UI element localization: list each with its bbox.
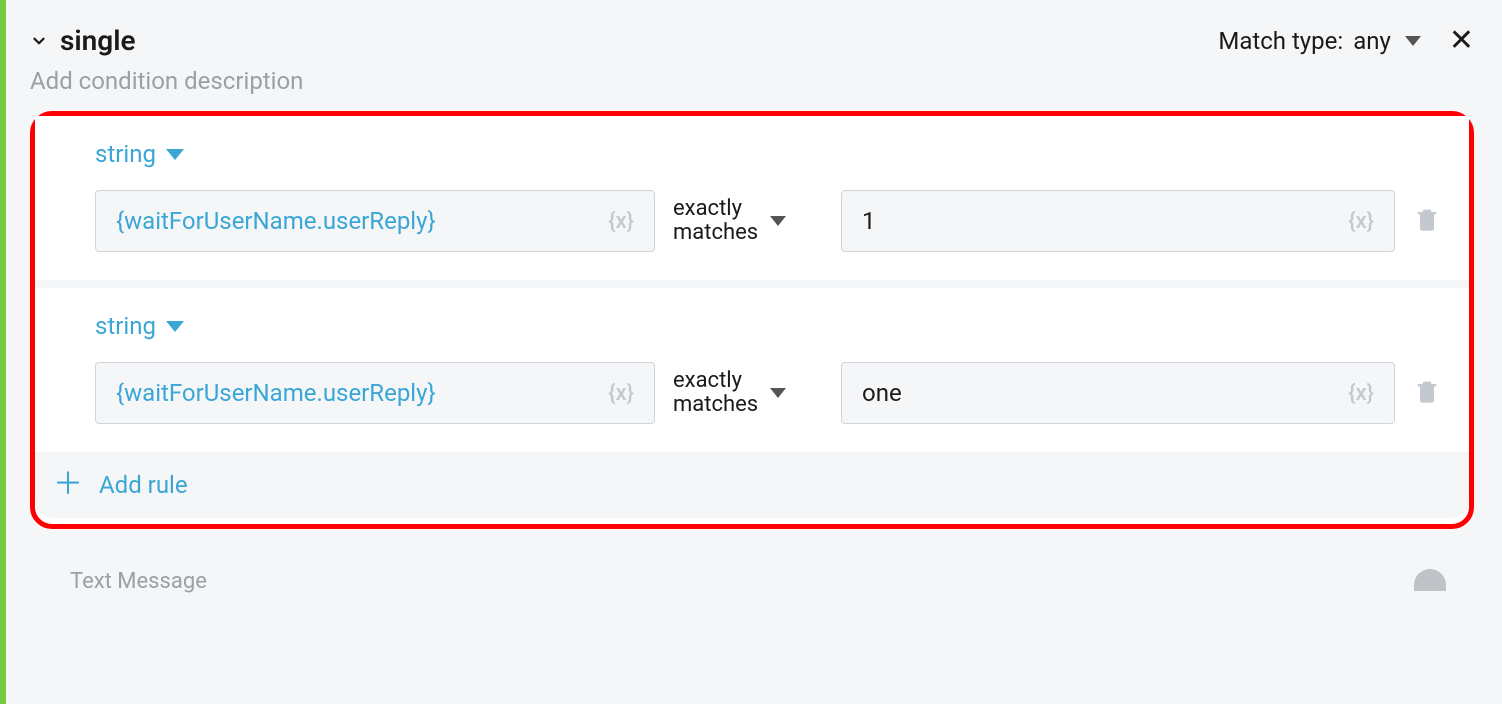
caret-down-icon [770,388,786,398]
trash-icon [1413,205,1441,233]
rule-operator-selector[interactable]: exactly matches [673,369,823,417]
add-rule-button[interactable]: ＋ Add rule [35,452,1469,518]
condition-inner: single Match type: any ✕ Add condition d… [6,0,1486,594]
condition-panel: single Match type: any ✕ Add condition d… [0,0,1502,704]
rule-type-selector[interactable]: string [95,312,1445,340]
rule-type-label: string [95,312,156,340]
rule-left-operand-input[interactable]: {waitForUserName.userReply} {x} [95,190,655,252]
add-rule-label: Add rule [99,471,188,499]
plus-icon: ＋ [53,470,83,500]
close-icon[interactable]: ✕ [1449,26,1474,56]
condition-description-input[interactable]: Add condition description [30,67,1474,95]
rule-left-value: {waitForUserName.userReply} [116,207,436,235]
trash-icon [1413,377,1441,405]
condition-title[interactable]: single [60,24,136,57]
variable-picker-icon[interactable]: {x} [608,209,634,234]
operator-line2: matches [673,221,758,245]
operator-line1: exactly [673,369,758,393]
delete-rule-button[interactable] [1413,377,1445,409]
caret-down-icon [770,216,786,226]
delete-rule-button[interactable] [1413,205,1445,237]
footer-badge-icon [1414,569,1446,591]
caret-down-icon [166,321,184,332]
footer: Text Message [30,529,1474,594]
rule-expression: {waitForUserName.userReply} {x} exactly … [95,362,1445,424]
next-block-hint: Text Message [70,569,207,594]
match-type-value[interactable]: any [1353,27,1391,55]
rule-row: string {waitForUserName.userReply} {x} e… [35,116,1469,288]
rules-container: string {waitForUserName.userReply} {x} e… [30,111,1474,529]
variable-picker-icon[interactable]: {x} [608,381,634,406]
rule-operator-selector[interactable]: exactly matches [673,197,823,245]
title-group: single [30,24,136,57]
rule-left-operand-input[interactable]: {waitForUserName.userReply} {x} [95,362,655,424]
caret-down-icon [166,149,184,160]
variable-picker-icon[interactable]: {x} [1348,381,1374,406]
match-type-group: Match type: any ✕ [1218,26,1474,56]
operator-line1: exactly [673,197,758,221]
collapse-toggle-icon[interactable] [30,32,48,50]
match-type-label: Match type: [1218,27,1343,55]
rule-type-selector[interactable]: string [95,140,1445,168]
condition-header: single Match type: any ✕ [30,24,1474,57]
rule-left-value: {waitForUserName.userReply} [116,379,436,407]
rule-type-label: string [95,140,156,168]
match-type-caret-icon[interactable] [1405,36,1421,46]
rule-expression: {waitForUserName.userReply} {x} exactly … [95,190,1445,252]
operator-line2: matches [673,393,758,417]
rule-right-value: 1 [862,207,876,235]
rule-row: string {waitForUserName.userReply} {x} e… [35,288,1469,452]
variable-picker-icon[interactable]: {x} [1348,209,1374,234]
rule-right-value: one [862,379,902,407]
rule-right-operand-input[interactable]: one {x} [841,362,1395,424]
rule-right-operand-input[interactable]: 1 {x} [841,190,1395,252]
